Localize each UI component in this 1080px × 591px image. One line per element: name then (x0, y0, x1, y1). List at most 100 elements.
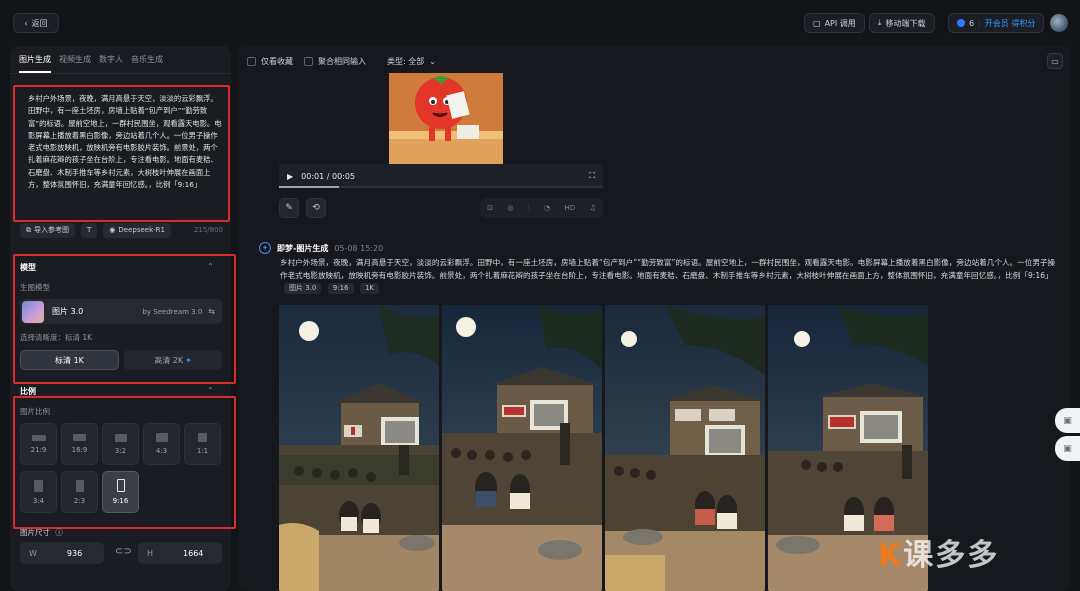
night-cinema-scene-image (605, 305, 765, 591)
model-selector[interactable]: 图片 3.0 by Seedream 3.0 ⇆ (20, 299, 222, 324)
ratio-3-2-icon (114, 433, 127, 442)
text-icon: T (87, 226, 92, 234)
video-controls: ▶ 00:01 / 00:05 ⛶ (279, 164, 603, 188)
side-float-button-2[interactable]: ▣ (1055, 436, 1080, 461)
generation-tabs: 图片生成 视频生成 数字人 音乐生成 (19, 54, 163, 73)
folder-icon[interactable]: ▭ (1047, 53, 1063, 69)
mobile-download-button[interactable]: ⤓ 移动端下载 (869, 13, 935, 33)
ratio-label: 1:1 (196, 447, 209, 455)
ratio-option-3-2[interactable]: 3:2 (102, 423, 139, 465)
audio-icon[interactable]: ⫶ (528, 204, 530, 213)
height-field[interactable]: H 1664 (138, 542, 222, 564)
main-feed: 仅看收藏 聚合相同输入 类型: 全部 ⌄ ▭ ▶ 00:01 / 00:05 ⛶… (238, 46, 1070, 591)
char-counter: 215/800 (193, 226, 223, 234)
import-reference-label: 导入参考图 (34, 226, 69, 234)
generation-name: 即梦-图片生成 (277, 243, 329, 253)
music-icon[interactable]: ♫ (589, 204, 595, 212)
tab-digital-human[interactable]: 数字人 (99, 54, 123, 73)
lipsync-icon[interactable]: ◔ (544, 204, 550, 212)
ratio-3-4-icon (34, 479, 43, 492)
side-float-button-1[interactable]: ▣ (1055, 408, 1080, 433)
prompt-input[interactable]: 乡村户外场景，夜晚，满月高悬于天空，淡淡的云彩飘浮。田野中，有一座土坯房，房墙上… (13, 85, 230, 222)
crop-icon[interactable]: ⊡ (487, 204, 493, 212)
image-icon: ▣ (1063, 415, 1072, 426)
back-button[interactable]: ‹ 返回 (13, 13, 59, 33)
model-thumbnail (22, 300, 44, 323)
media-tools: ⊡ ◎ ⫶ ◔ HD ♫ (480, 198, 603, 218)
width-key: W (29, 548, 37, 558)
ratio-option-4-3[interactable]: 4:3 (143, 423, 180, 465)
tab-image-generation[interactable]: 图片生成 (19, 54, 51, 73)
credit-count: 6 (969, 18, 975, 28)
prompt-model-selector[interactable]: ◉ Deepseek-R1 (103, 222, 171, 238)
chevron-up-icon[interactable]: ⌃ (207, 262, 214, 271)
settings-icon[interactable]: ⇆ (208, 307, 215, 316)
ratio-option-9-16[interactable]: 9:16 (102, 471, 139, 513)
tab-video-generation[interactable]: 视频生成 (59, 54, 91, 73)
generated-image-3[interactable] (605, 305, 765, 591)
ratio-label: 9:16 (112, 497, 129, 505)
width-value[interactable]: 936 (67, 549, 82, 558)
prompt-model-label: Deepseek-R1 (118, 226, 165, 234)
pencil-icon: ✎ (285, 203, 293, 213)
ratio-4-3-icon (155, 433, 168, 442)
chevron-down-icon: ⌄ (429, 57, 436, 66)
favorites-filter[interactable]: 仅看收藏 (247, 56, 293, 67)
generated-image-2[interactable] (442, 305, 602, 591)
top-bar: ‹ 返回 ▢ API 调用 ⤓ 移动端下载 6 | 开会员 得积分 (0, 0, 1080, 46)
api-button[interactable]: ▢ API 调用 (804, 13, 865, 33)
night-cinema-scene-image (279, 305, 439, 591)
merge-label: 聚合相同输入 (318, 57, 366, 66)
watermark-brand: 课多多 (903, 538, 1000, 573)
generated-image-1[interactable] (279, 305, 439, 591)
back-label: 返回 (31, 18, 48, 28)
membership-button[interactable]: 6 | 开会员 得积分 (948, 13, 1045, 33)
fullscreen-icon[interactable]: ⛶ (589, 171, 595, 181)
model-sub-label: 生图模型 (20, 283, 50, 292)
size-section-title: 图片尺寸 ⓘ (20, 527, 63, 538)
tab-music-generation[interactable]: 音乐生成 (131, 54, 163, 73)
checkbox[interactable] (304, 57, 313, 66)
info-icon[interactable]: ⓘ (55, 528, 63, 537)
eye-icon[interactable]: ◎ (507, 204, 513, 212)
ratio-label: 3:2 (114, 446, 127, 455)
ratio-tag: 9:16 (327, 283, 354, 294)
chevron-up-icon[interactable]: ⌃ (207, 386, 214, 395)
text-format-button[interactable]: T (81, 222, 98, 238)
refresh-icon: ⟲ (312, 203, 320, 213)
height-key: H (147, 548, 154, 558)
ratio-option-16-9[interactable]: 16:9 (61, 423, 98, 465)
merge-filter[interactable]: 聚合相同输入 (304, 56, 366, 67)
checkbox[interactable] (247, 57, 256, 66)
import-reference-button[interactable]: ⧉ 导入参考图 (20, 222, 75, 238)
dreamina-logo-icon: ✦ (259, 242, 271, 254)
std-label: 标清 1K (55, 355, 84, 365)
regenerate-button[interactable]: ⟲ (306, 198, 326, 218)
chevron-left-icon: ‹ (24, 18, 28, 28)
video-time: 00:01 / 00:05 (301, 171, 356, 181)
prompt-text[interactable]: 乡村户外场景，夜晚，满月高悬于天空，淡淡的云彩飘浮。田野中，有一座土坯房，房墙上… (28, 93, 222, 191)
ratio-option-1-1[interactable]: 1:1 (184, 423, 221, 465)
ratio-option-2-3[interactable]: 2:3 (61, 471, 98, 513)
mobile-label: 移动端下载 (885, 18, 926, 28)
model-name: 图片 3.0 (52, 307, 84, 316)
edit-button[interactable]: ✎ (279, 198, 299, 218)
generation-header: ✦ 即梦-图片生成 05-08 15:20 (259, 242, 383, 254)
avatar[interactable] (1050, 14, 1068, 32)
ratio-option-21-9[interactable]: 21:9 (20, 423, 57, 465)
type-filter[interactable]: 类型: 全部 ⌄ (387, 56, 436, 67)
width-field[interactable]: W 936 (20, 542, 104, 564)
ratio-21-9-icon (31, 434, 46, 441)
resolution-standard-button[interactable]: 标清 1K (20, 350, 119, 370)
resolution-hd-button[interactable]: 高清 2K ✦ (124, 350, 222, 370)
video-progress-bar[interactable] (279, 186, 603, 188)
ratio-option-3-4[interactable]: 3:4 (20, 471, 57, 513)
clarity-label: 选择清晰度：标清 1K (20, 333, 93, 342)
hd-button[interactable]: HD (564, 204, 575, 212)
link-icon[interactable]: ⊂⊃ (115, 546, 132, 557)
prompt-toolbar: ⧉ 导入参考图 T ◉ Deepseek-R1 215/800 (20, 222, 223, 238)
generation-prompt: 乡村户外场景，夜晚，满月高悬于天空，淡淡的云彩飘浮。田野中，有一座土坯房，房墙上… (280, 257, 1061, 295)
favorites-label: 仅看收藏 (261, 57, 293, 66)
height-value[interactable]: 1664 (183, 549, 203, 558)
play-icon[interactable]: ▶ (287, 172, 293, 181)
